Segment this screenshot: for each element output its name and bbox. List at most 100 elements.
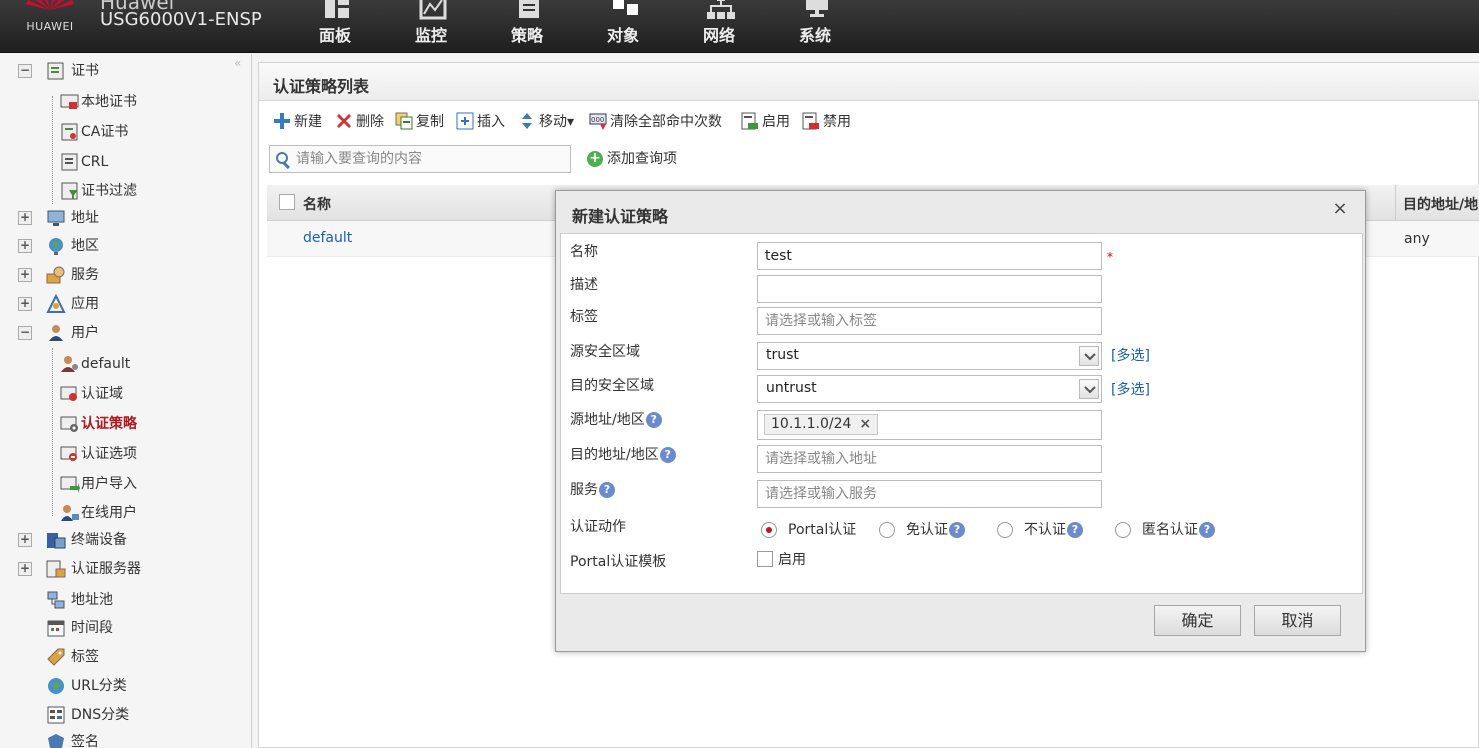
tree-node-service[interactable]: + 服务 [18, 261, 238, 289]
confirm-button[interactable]: 确定 [1154, 605, 1241, 636]
tag-input[interactable] [765, 311, 1095, 331]
source-zone-select[interactable]: trust [757, 342, 1102, 370]
tree-node-ca-cert[interactable]: CA证书 [60, 118, 230, 146]
disable-button[interactable]: 禁用 [802, 111, 858, 133]
source-zone-multi-select-link[interactable]: [多选] [1111, 345, 1150, 365]
search-input[interactable] [296, 148, 566, 170]
tree-node-cert-filter[interactable]: 证书过滤 [60, 177, 230, 205]
collapse-icon[interactable]: − [18, 64, 32, 78]
enable-button[interactable]: 启用 [741, 111, 797, 133]
column-header-name[interactable]: 名称 [303, 194, 331, 214]
service-input[interactable] [765, 484, 1095, 504]
nav-object[interactable]: 对象 [588, 0, 658, 52]
radio-anonymous-auth[interactable]: 匿名认证? [1115, 520, 1235, 540]
tree-node-user-default[interactable]: default [60, 350, 230, 378]
dest-zone-multi-select-link[interactable]: [多选] [1111, 379, 1150, 399]
copy-icon [395, 112, 413, 130]
name-field[interactable] [757, 242, 1102, 270]
tree-node-url-category[interactable]: URL分类 [18, 672, 238, 700]
dest-address-field[interactable] [757, 445, 1102, 473]
radio-button[interactable] [879, 522, 895, 538]
name-input[interactable] [765, 246, 1095, 266]
radio-button[interactable] [761, 522, 777, 538]
tree-guide-line [52, 96, 53, 204]
tree-node-dns-category[interactable]: DNS分类 [18, 701, 238, 729]
certificate-icon [47, 62, 64, 80]
expand-icon[interactable]: + [18, 562, 32, 576]
ca-cert-icon [61, 123, 78, 141]
new-button[interactable]: 新建 [273, 111, 329, 133]
tree-node-time-range[interactable]: 时间段 [18, 614, 238, 642]
search-box[interactable] [269, 145, 571, 173]
checkbox[interactable] [757, 551, 773, 567]
policy-icon [519, 0, 539, 18]
tree-node-address-pool[interactable]: 地址池 [18, 586, 238, 614]
tree-node-auth-options[interactable]: 认证选项 [60, 440, 230, 468]
nav-policy[interactable]: 策略 [492, 0, 562, 52]
tree-node-tag[interactable]: 标签 [18, 643, 238, 671]
service-field[interactable] [757, 480, 1102, 508]
chevron-down-icon[interactable] [1079, 346, 1099, 366]
radio-button[interactable] [1115, 522, 1131, 538]
expand-icon[interactable]: + [18, 297, 32, 311]
nav-system[interactable]: 系统 [780, 0, 850, 52]
collapse-icon[interactable]: − [18, 326, 32, 340]
dialog-title: 新建认证策略 [572, 207, 669, 226]
tag-field[interactable] [757, 307, 1102, 335]
delete-button[interactable]: 删除 [335, 111, 391, 133]
tree-node-auth-server[interactable]: + 认证服务器 [18, 555, 238, 583]
tree-node-crl[interactable]: CRL [60, 148, 230, 176]
tree-node-local-cert[interactable]: 本地证书 [60, 88, 230, 116]
move-dropdown[interactable]: 移动▾ [518, 111, 582, 133]
radio-no-auth[interactable]: 免认证? [879, 520, 989, 540]
clear-hits-button[interactable]: 000 清除全部命中次数 [589, 111, 739, 133]
help-icon[interactable]: ? [1199, 522, 1215, 538]
column-header-dest[interactable]: 目的地址/地 [1403, 194, 1478, 214]
description-input[interactable] [765, 279, 1095, 299]
policy-name-link[interactable]: default [303, 230, 352, 246]
tree-node-auth-policy[interactable]: 认证策略 [60, 410, 230, 438]
tree-node-region[interactable]: + 地区 [18, 232, 238, 260]
expand-icon[interactable]: + [18, 268, 32, 282]
radio-skip-auth[interactable]: 不认证? [997, 520, 1107, 540]
dest-zone-select[interactable]: untrust [757, 375, 1102, 403]
select-all-checkbox[interactable] [279, 194, 295, 210]
nav-network[interactable]: 网络 [684, 0, 754, 52]
help-icon[interactable]: ? [659, 447, 676, 463]
nav-monitor[interactable]: 监控 [396, 0, 466, 52]
help-icon[interactable]: ? [949, 522, 965, 538]
tree-node-auth-domain[interactable]: 认证域 [60, 380, 230, 408]
help-icon[interactable]: ? [599, 482, 615, 498]
tree-node-user[interactable]: − 用户 [18, 319, 238, 347]
copy-button[interactable]: 复制 [395, 111, 451, 133]
cancel-button[interactable]: 取消 [1254, 605, 1341, 636]
radio-portal-auth[interactable]: Portal认证 [761, 520, 871, 540]
tree-node-signature[interactable]: 签名 [18, 728, 238, 748]
tree-node-application[interactable]: + 应用 [18, 290, 238, 318]
dest-zone-label: 目的安全区域 [570, 378, 654, 394]
expand-icon[interactable]: + [18, 211, 32, 225]
close-icon[interactable]: × [1330, 199, 1350, 219]
tree-node-terminal-device[interactable]: + 终端设备 [18, 526, 238, 554]
expand-icon[interactable]: + [18, 239, 32, 253]
tree-node-online-users[interactable]: 在线用户 [60, 499, 230, 527]
help-icon[interactable]: ? [645, 412, 662, 428]
expand-icon[interactable]: + [18, 533, 32, 547]
dest-zone-value: untrust [766, 380, 817, 396]
remove-chip-icon[interactable]: × [859, 416, 871, 432]
nav-network-label: 网络 [702, 26, 735, 45]
chevron-down-icon[interactable] [1079, 379, 1099, 399]
tree-node-address[interactable]: + 地址 [18, 204, 238, 232]
dest-address-input[interactable] [765, 449, 1095, 469]
brand-text: HUAWEI [26, 20, 74, 33]
radio-button[interactable] [997, 522, 1013, 538]
source-address-field[interactable]: 10.1.1.0/24 × [757, 410, 1102, 440]
insert-button[interactable]: 插入 [456, 111, 512, 133]
tree-node-certificate[interactable]: − 证书 [18, 57, 238, 85]
help-icon[interactable]: ? [1067, 522, 1083, 538]
sidebar: « − 证书 本地证书 CA证书 CRL 证书过滤 + 地址 + 地区 + 服务… [0, 54, 252, 748]
tree-label: 在线用户 [81, 505, 137, 521]
tree-node-user-import[interactable]: 用户导入 [60, 470, 230, 498]
description-field[interactable] [757, 275, 1102, 303]
nav-dashboard[interactable]: 面板 [300, 0, 370, 52]
